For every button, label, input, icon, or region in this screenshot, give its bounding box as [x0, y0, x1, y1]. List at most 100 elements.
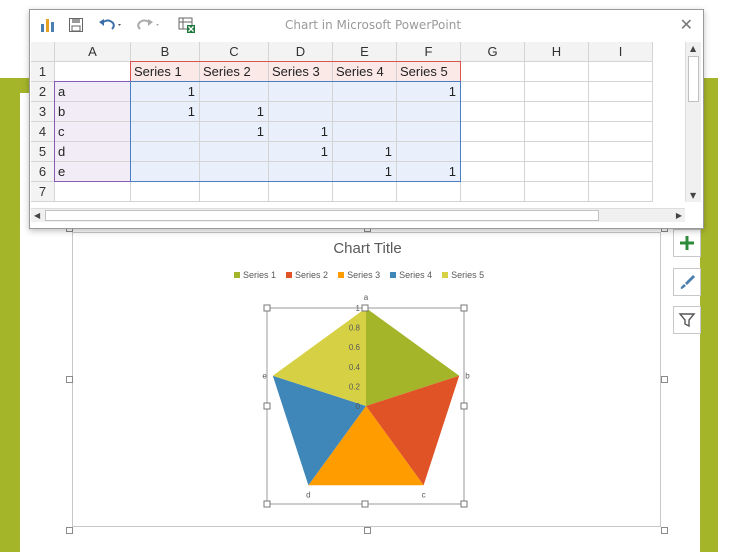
column-header[interactable]: H — [525, 42, 589, 62]
undo-button[interactable] — [98, 16, 124, 34]
grid-cell[interactable] — [589, 82, 653, 102]
grid-cell[interactable] — [200, 142, 269, 162]
grid-cell[interactable] — [269, 102, 333, 122]
row-header[interactable]: 5 — [31, 142, 55, 162]
resize-handle[interactable] — [66, 376, 73, 383]
spreadsheet-grid[interactable]: A B C D E F G H I 1 Series 1 Series 2 Series 3 Series… — [31, 42, 685, 212]
grid-cell[interactable] — [333, 82, 397, 102]
grid-cell[interactable] — [461, 82, 525, 102]
column-header[interactable]: F — [397, 42, 461, 62]
grid-cell[interactable]: c — [55, 122, 131, 142]
scroll-down-icon[interactable]: ▼ — [690, 191, 696, 200]
close-button[interactable]: ✕ — [680, 15, 693, 34]
grid-cell[interactable] — [397, 182, 461, 202]
column-header[interactable]: A — [55, 42, 131, 62]
row-header[interactable]: 6 — [31, 162, 55, 182]
row-header[interactable]: 2 — [31, 82, 55, 102]
grid-cell[interactable] — [333, 102, 397, 122]
grid-cell[interactable]: 1 — [269, 142, 333, 162]
grid-cell[interactable] — [525, 102, 589, 122]
grid-cell[interactable] — [200, 182, 269, 202]
grid-cell[interactable]: a — [55, 82, 131, 102]
grid-cell[interactable] — [525, 122, 589, 142]
grid-cell[interactable]: 1 — [269, 122, 333, 142]
row-header[interactable]: 7 — [31, 182, 55, 202]
grid-cell[interactable] — [461, 162, 525, 182]
redo-button[interactable] — [136, 16, 162, 34]
grid-cell[interactable] — [269, 162, 333, 182]
grid-cell[interactable] — [131, 162, 200, 182]
grid-cell[interactable] — [461, 122, 525, 142]
grid-cell[interactable] — [269, 82, 333, 102]
column-header[interactable]: B — [131, 42, 200, 62]
grid-cell[interactable]: 1 — [333, 162, 397, 182]
grid-cell[interactable] — [333, 182, 397, 202]
grid-cell[interactable] — [131, 142, 200, 162]
grid-cell[interactable] — [525, 62, 589, 82]
grid-cell[interactable] — [461, 62, 525, 82]
select-all-corner[interactable] — [31, 42, 55, 62]
grid-cell[interactable] — [55, 182, 131, 202]
column-header[interactable]: G — [461, 42, 525, 62]
grid-cell[interactable] — [461, 102, 525, 122]
grid-cell[interactable]: d — [55, 142, 131, 162]
grid-cell[interactable]: b — [55, 102, 131, 122]
grid-cell[interactable] — [200, 162, 269, 182]
grid-cell[interactable] — [397, 142, 461, 162]
chart-elements-button[interactable] — [673, 229, 701, 257]
grid-cell[interactable] — [397, 122, 461, 142]
grid-cell[interactable] — [525, 182, 589, 202]
resize-handle[interactable] — [661, 527, 668, 534]
resize-handle[interactable] — [661, 376, 668, 383]
row-header[interactable]: 3 — [31, 102, 55, 122]
grid-cell[interactable] — [589, 102, 653, 122]
grid-cell[interactable]: 1 — [131, 82, 200, 102]
grid-cell[interactable]: Series 3 — [269, 62, 333, 82]
grid-cell[interactable]: Series 5 — [397, 62, 461, 82]
grid-cell[interactable] — [589, 142, 653, 162]
grid-cell[interactable] — [461, 182, 525, 202]
scroll-up-icon[interactable]: ▲ — [690, 44, 696, 53]
edit-in-excel-button[interactable] — [178, 16, 196, 34]
grid-cell[interactable]: 1 — [131, 102, 200, 122]
grid-cell[interactable] — [397, 102, 461, 122]
column-header[interactable]: D — [269, 42, 333, 62]
column-header[interactable]: E — [333, 42, 397, 62]
grid-cell[interactable]: 1 — [200, 102, 269, 122]
save-button[interactable] — [68, 16, 84, 34]
grid-cell[interactable] — [525, 82, 589, 102]
column-header[interactable]: C — [200, 42, 269, 62]
grid-cell[interactable]: Series 4 — [333, 62, 397, 82]
column-header[interactable]: I — [589, 42, 653, 62]
vertical-scrollbar[interactable]: ▲ ▼ — [685, 42, 701, 202]
chart-filters-button[interactable] — [673, 306, 701, 334]
grid-cell[interactable] — [589, 122, 653, 142]
scroll-left-icon[interactable]: ◀ — [34, 211, 40, 220]
resize-handle[interactable] — [363, 527, 371, 534]
chart-title[interactable]: Chart Title — [0, 240, 735, 257]
hscroll-thumb[interactable] — [45, 210, 599, 221]
grid-cell[interactable] — [55, 62, 131, 82]
grid-cell[interactable] — [589, 162, 653, 182]
horizontal-scrollbar[interactable]: ◀ ▶ — [31, 208, 685, 222]
grid-cell[interactable]: 1 — [200, 122, 269, 142]
grid-cell[interactable] — [589, 182, 653, 202]
grid-cell[interactable]: Series 1 — [131, 62, 200, 82]
row-header[interactable]: 4 — [31, 122, 55, 142]
grid-cell[interactable] — [200, 82, 269, 102]
scroll-right-icon[interactable]: ▶ — [676, 211, 682, 220]
grid-cell[interactable]: Series 2 — [200, 62, 269, 82]
grid-cell[interactable] — [461, 142, 525, 162]
row-header[interactable]: 1 — [31, 62, 55, 82]
chart-styles-button[interactable] — [673, 268, 701, 296]
grid-cell[interactable] — [269, 182, 333, 202]
grid-cell[interactable]: 1 — [397, 82, 461, 102]
chart-legend[interactable]: Series 1 Series 2 Series 3 Series 4 Seri… — [234, 270, 484, 280]
grid-cell[interactable] — [131, 182, 200, 202]
grid-cell[interactable]: 1 — [397, 162, 461, 182]
scroll-thumb[interactable] — [688, 56, 699, 102]
grid-cell[interactable] — [131, 122, 200, 142]
resize-handle[interactable] — [66, 527, 73, 534]
grid-cell[interactable] — [333, 122, 397, 142]
grid-cell[interactable] — [589, 62, 653, 82]
